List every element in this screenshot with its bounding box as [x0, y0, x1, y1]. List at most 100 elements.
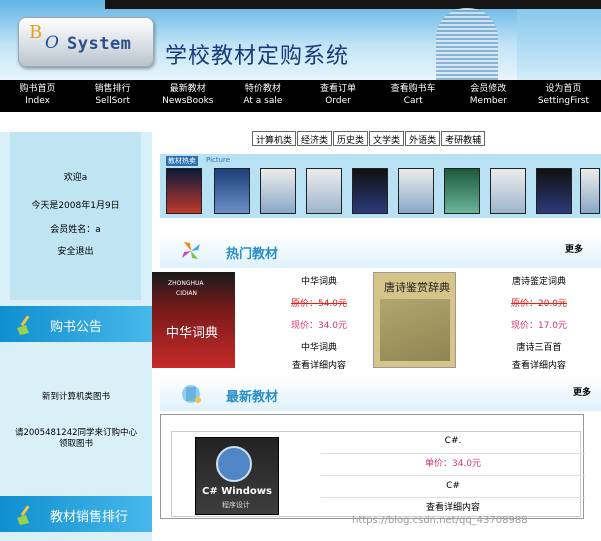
book-name[interactable]: 中华词典	[254, 274, 384, 287]
site-header: B O System 学校教材定购系统	[0, 0, 601, 80]
book-name[interactable]: 唐诗鉴定词典	[474, 274, 601, 287]
carousel-book[interactable]	[580, 168, 600, 214]
notice-item-line2[interactable]: 领取图书	[0, 439, 152, 450]
cover-text: 程序设计	[222, 501, 250, 509]
carousel-tag: 教材热卖	[166, 156, 198, 166]
hot-books-list: ZHONGHUA CIDIAN 中华词典 中华词典 原价：54.0元 现价：34…	[152, 270, 601, 372]
view-detail-link[interactable]: 查看详细内容	[321, 497, 585, 517]
book-name[interactable]: 唐诗三百首	[474, 340, 601, 353]
carousel-book[interactable]	[166, 168, 202, 214]
globe-icon	[182, 385, 201, 403]
nav-index[interactable]: 购书首页 Index	[0, 80, 75, 112]
hot-books-header: 热门教材 更多	[160, 234, 601, 268]
nav-label-en: SellSort	[95, 96, 131, 106]
book-name[interactable]: C#	[321, 475, 585, 495]
logo-letter-o: O	[45, 33, 59, 53]
view-detail-link[interactable]: 查看详细内容	[474, 358, 601, 371]
sales-rank-title: 教材销售排行	[50, 510, 129, 525]
broom-icon	[17, 505, 30, 525]
book-original-price: 原价：20.0元	[510, 299, 568, 309]
nav-label-en: At a sale	[243, 96, 283, 106]
view-detail-link[interactable]: 查看详细内容	[254, 358, 384, 371]
carousel-tag-en: Picture	[206, 156, 231, 164]
member-name: 会员姓名：a	[50, 225, 101, 235]
nav-label-en: Order	[325, 96, 351, 106]
notice-item-line1[interactable]: 请2005481242同学来订购中心	[0, 428, 152, 439]
newest-books-more-link[interactable]: 更多	[573, 385, 591, 398]
cover-text: 唐诗鉴赏辞典	[384, 281, 450, 294]
logout-link[interactable]: 安全退出	[10, 244, 141, 257]
carousel-book[interactable]	[352, 168, 388, 214]
notice-item[interactable]: 新到计算机类图书	[0, 392, 152, 403]
nav-label-zh: 购书首页	[19, 84, 56, 94]
nav-label-zh: 设为首页	[545, 84, 582, 94]
nav-cart[interactable]: 查看购书车 Cart	[376, 80, 451, 112]
main-content: 计算机类 经济类 历史类 文学类 外语类 考研教辅 教材热卖 Picture 热…	[152, 112, 601, 541]
newest-book-card: C# Windows 程序设计 C#. 单价：34.0元 C# 查看详细内容	[160, 414, 585, 519]
book-sale-price: 现价：34.0元	[290, 321, 348, 331]
watermark: https://blog.csdn.net/qq_43708988	[352, 515, 528, 526]
book-carousel: 教材热卖 Picture	[160, 154, 601, 218]
book-name[interactable]: C#.	[321, 431, 585, 451]
header-right-panel	[517, 0, 601, 80]
cover-text: 中华词典	[166, 326, 219, 341]
nav-label-zh: 查看购书车	[390, 84, 436, 94]
logo-letter-b: B	[29, 22, 43, 43]
nav-at-a-sale[interactable]: 特价教材 At a sale	[225, 80, 300, 112]
carousel-book[interactable]	[306, 168, 342, 214]
pinwheel-icon	[182, 242, 200, 259]
nav-order[interactable]: 查看订单 Order	[301, 80, 376, 112]
hot-books-more-link[interactable]: 更多	[565, 242, 583, 255]
book-name[interactable]: 中华词典	[254, 340, 384, 353]
carousel-book[interactable]	[260, 168, 296, 214]
carousel-book[interactable]	[444, 168, 480, 214]
nav-label-en: Index	[25, 96, 50, 106]
category-bar: 计算机类 经济类 历史类 文学类 外语类 考研教辅	[252, 131, 486, 146]
book-cover-csharp[interactable]: C# Windows 程序设计	[195, 437, 279, 515]
site-title: 学校教材定购系统	[165, 44, 350, 69]
nav-member[interactable]: 会员修改 Member	[451, 80, 526, 112]
logo-system-text: System	[67, 34, 132, 54]
nav-label-zh: 查看订单	[320, 84, 357, 94]
nav-label-en: Cart	[403, 96, 423, 106]
sales-rank-header: 教材销售排行	[0, 496, 152, 532]
nav-setting-first[interactable]: 设为首页 SettingFirst	[526, 80, 601, 112]
category-tab[interactable]: 外语类	[405, 131, 441, 146]
category-tab[interactable]: 经济类	[297, 131, 333, 146]
nav-label-en: Member	[469, 96, 507, 106]
cover-text: ZHONGHUA	[168, 280, 204, 287]
book-cover-zhonghua[interactable]: ZHONGHUA CIDIAN 中华词典	[152, 272, 235, 368]
carousel-book[interactable]	[490, 168, 526, 214]
sidebar-top-strip	[0, 112, 152, 132]
nav-sellsort[interactable]: 销售排行 SellSort	[75, 80, 150, 112]
building-image	[420, 0, 520, 80]
welcome-text: 欢迎a	[63, 173, 88, 183]
cover-text: CIDIAN	[176, 290, 197, 297]
notice-title: 购书公告	[50, 320, 103, 335]
main-nav: 购书首页 Index 销售排行 SellSort 最新教材 NewsBooks 特价教…	[0, 80, 601, 112]
date-text: 今天是2008年1月9日	[31, 201, 120, 211]
nav-label-en: SettingFirst	[537, 96, 590, 106]
nav-newsbooks[interactable]: 最新教材 NewsBooks	[150, 80, 225, 112]
book-sale-price: 现价：17.0元	[510, 321, 568, 331]
category-tab[interactable]: 考研教辅	[441, 131, 486, 146]
hot-books-title: 热门教材	[226, 247, 279, 262]
category-tab[interactable]: 历史类	[333, 131, 369, 146]
nav-label-zh: 特价教材	[244, 84, 281, 94]
cover-text: C# Windows	[202, 486, 272, 497]
broom-icon	[17, 315, 30, 335]
carousel-book[interactable]	[398, 168, 434, 214]
carousel-book[interactable]	[536, 168, 572, 214]
nav-label-en: NewsBooks	[162, 96, 214, 106]
site-logo[interactable]: B O System	[18, 17, 154, 67]
book-cover-tangshi[interactable]: 唐诗鉴赏辞典	[373, 272, 456, 368]
newest-books-title: 最新教材	[226, 390, 279, 405]
page: B O System 学校教材定购系统 购书首页 Index 销售排行 SellSo…	[0, 0, 601, 541]
book-price: 单价：34.0元	[321, 453, 585, 473]
notice-header: 购书公告	[0, 306, 152, 342]
newest-books-header: 最新教材 更多	[160, 377, 601, 411]
category-tab[interactable]: 计算机类	[252, 131, 297, 146]
category-tab[interactable]: 文学类	[369, 131, 405, 146]
carousel-book[interactable]	[214, 168, 250, 214]
nav-label-zh: 销售排行	[94, 84, 131, 94]
